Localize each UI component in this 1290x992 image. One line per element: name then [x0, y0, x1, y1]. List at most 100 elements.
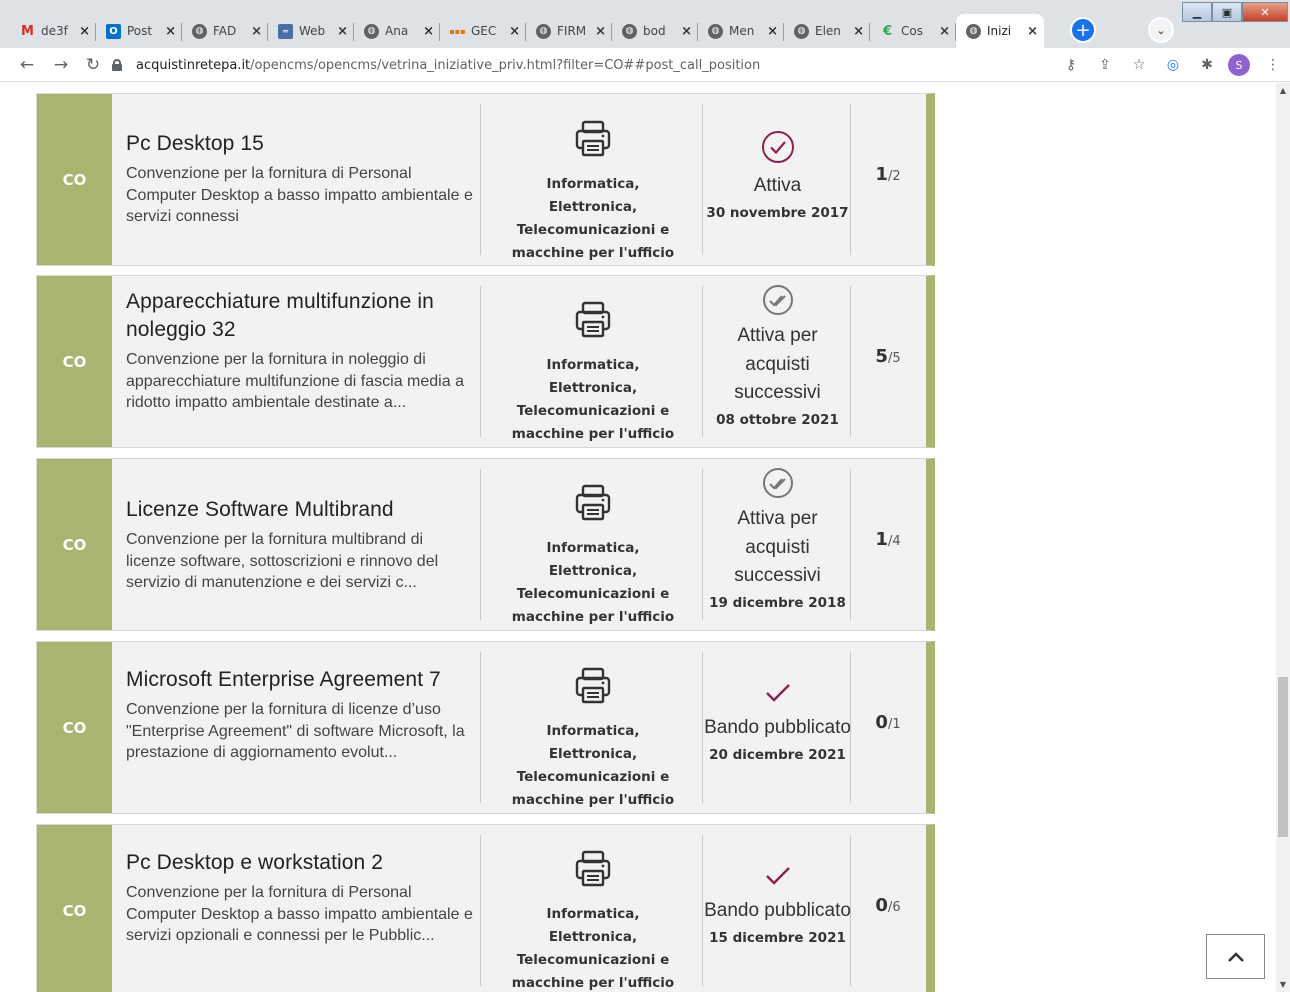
share-icon[interactable]: ⇪ — [1092, 54, 1118, 76]
double-check-circle-icon — [762, 285, 793, 315]
browser-tab[interactable]: ◍ Inizi × — [956, 14, 1044, 48]
new-tab-button[interactable]: + — [1070, 17, 1096, 43]
scroll-down-arrow-icon[interactable]: ▼ — [1279, 981, 1287, 989]
window-controls: ▁ ▣ ✕ — [1182, 2, 1288, 22]
vertical-scrollbar[interactable]: ▲ ▼ — [1276, 83, 1290, 992]
tab-title: GEC — [471, 24, 497, 38]
tab-title: Web — [299, 24, 326, 38]
type-badge: CO — [37, 459, 112, 630]
address-bar[interactable]: acquistinretepa.it/opencms/opencms/vetri… — [112, 52, 1052, 78]
cos-icon: € — [882, 23, 893, 39]
category-label: Informatica, Elettronica, Telecomunicazi… — [511, 176, 675, 261]
tab-title: FAD — [213, 24, 237, 38]
card-title[interactable]: Pc Desktop e workstation 2 — [126, 849, 476, 877]
browser-tab[interactable]: ◍ Men × — [698, 14, 784, 48]
tab-title: bod — [643, 24, 666, 38]
extensions-puzzle-icon[interactable]: ✱ — [1194, 54, 1220, 76]
profile-avatar[interactable]: S — [1228, 54, 1250, 76]
outlook-icon: O — [106, 23, 121, 39]
category-label: Informatica, Elettronica, Telecomunicazi… — [511, 357, 675, 442]
tab-close-icon[interactable]: × — [939, 24, 950, 39]
scrollbar-thumb[interactable] — [1278, 677, 1288, 837]
minimize-button[interactable]: ▁ — [1182, 2, 1212, 22]
browser-tab[interactable]: € Cos × — [870, 14, 956, 48]
card-title[interactable]: Licenze Software Multibrand — [126, 496, 476, 524]
initiative-card[interactable]: CO Microsoft Enterprise Agreement 7 Conven… — [36, 641, 935, 814]
reload-button[interactable]: ↻ — [82, 54, 104, 76]
category-label: Informatica, Elettronica, Telecomunicazi… — [511, 723, 675, 808]
chevron-up-icon — [1227, 951, 1244, 962]
back-to-top-button[interactable] — [1206, 934, 1265, 979]
maximize-button[interactable]: ▣ — [1212, 2, 1242, 22]
bookmark-star-icon[interactable]: ☆ — [1126, 54, 1152, 76]
lots-active-count: 0 — [875, 895, 888, 916]
divider — [480, 652, 481, 803]
lots-count: 1/4 — [852, 529, 924, 550]
printer-icon — [575, 120, 611, 157]
printer-icon — [575, 484, 611, 521]
initiative-card[interactable]: CO Licenze Software Multibrand Convenzione… — [36, 458, 935, 631]
card-title[interactable]: Microsoft Enterprise Agreement 7 — [126, 666, 476, 694]
menu-kebab-icon[interactable]: ⋮ — [1260, 54, 1286, 76]
check-icon — [765, 867, 790, 885]
forward-button[interactable]: → — [50, 54, 72, 76]
lots-active-count: 5 — [875, 346, 888, 367]
browser-tab[interactable]: ◍ bod × — [612, 14, 698, 48]
card-description: Convenzione per la fornitura di licenze … — [126, 701, 465, 761]
tab-close-icon[interactable]: × — [853, 24, 864, 39]
lots-count: 5/5 — [852, 346, 924, 367]
scroll-up-arrow-icon[interactable]: ▲ — [1279, 87, 1287, 95]
browser-tab[interactable]: ◍ Ana × — [354, 14, 440, 48]
tab-search-button[interactable]: ⌄ — [1148, 17, 1174, 43]
tab-close-icon[interactable]: × — [251, 24, 262, 39]
tab-close-icon[interactable]: × — [595, 24, 606, 39]
initiative-card[interactable]: CO Pc Desktop e workstation 2 Convenzione … — [36, 824, 935, 992]
status-date: 08 ottobre 2021 — [716, 411, 839, 428]
lots-active-count: 1 — [875, 529, 888, 550]
type-badge: CO — [37, 825, 112, 992]
status-column: Attiva per acquisti successivi 08 ottobre… — [704, 284, 851, 428]
card-main: Pc Desktop e workstation 2 Convenzione pe… — [126, 849, 476, 947]
tab-close-icon[interactable]: × — [423, 24, 434, 39]
browser-tab-strip: Mde3f × O Post × ◍ FAD × ═ Web × ◍ Ana × ▪▪▪ GEC × ◍ FIRM ×… — [0, 0, 1290, 48]
tab-close-icon[interactable]: × — [767, 24, 778, 39]
tab-close-icon[interactable]: × — [1027, 24, 1038, 39]
lots-total: /2 — [887, 169, 901, 184]
browser-tab[interactable]: Mde3f × — [10, 14, 96, 48]
status-label: Bando pubblicato — [704, 717, 851, 738]
lots-total: /6 — [887, 900, 901, 915]
tab-close-icon[interactable]: × — [165, 24, 176, 39]
divider — [480, 104, 481, 255]
browser-tab[interactable]: O Post × — [96, 14, 182, 48]
tab-close-icon[interactable]: × — [79, 24, 90, 39]
extension-icon[interactable]: ◎ — [1160, 54, 1186, 76]
category-label: Informatica, Elettronica, Telecomunicazi… — [511, 540, 675, 625]
browser-tab[interactable]: ◍ Elen × — [784, 14, 870, 48]
browser-tab[interactable]: ═ Web × — [268, 14, 354, 48]
back-button[interactable]: ← — [16, 54, 38, 76]
category-column: Informatica, Elettronica, Telecomunicazi… — [482, 119, 704, 265]
card-title[interactable]: Apparecchiature multifunzione in noleggi… — [126, 288, 476, 344]
key-icon[interactable]: ⚷ — [1058, 54, 1084, 76]
tab-title: Men — [729, 24, 755, 38]
browser-tab[interactable]: ▪▪▪ GEC × — [440, 14, 526, 48]
browser-tab[interactable]: ◍ FAD × — [182, 14, 268, 48]
lots-total: /1 — [887, 717, 901, 732]
url-path: /opencms/opencms/vetrina_iniziative_priv… — [250, 57, 761, 73]
initiative-card[interactable]: CO Apparecchiature multifunzione in noleg… — [36, 275, 935, 448]
tab-close-icon[interactable]: × — [681, 24, 692, 39]
initiative-card[interactable]: CO Pc Desktop 15 Convenzione per la fornit… — [36, 93, 935, 266]
tab-close-icon[interactable]: × — [509, 24, 520, 39]
status-label: Bando pubblicato — [704, 900, 851, 921]
browser-tab[interactable]: ◍ FIRM × — [526, 14, 612, 48]
status-column: Attiva per acquisti successivi 19 dicembr… — [704, 467, 851, 611]
close-window-button[interactable]: ✕ — [1242, 2, 1288, 22]
tab-title: Cos — [901, 24, 923, 38]
card-title[interactable]: Pc Desktop 15 — [126, 130, 476, 158]
tab-close-icon[interactable]: × — [337, 24, 348, 39]
gmail-icon: M — [21, 23, 34, 39]
status-column: Attiva 30 novembre 2017 — [704, 130, 851, 221]
globe-icon: ◍ — [192, 23, 207, 39]
browser-toolbar: ← → ↻ acquistinretepa.it/opencms/opencms… — [0, 48, 1290, 82]
lots-total: /4 — [887, 534, 901, 549]
